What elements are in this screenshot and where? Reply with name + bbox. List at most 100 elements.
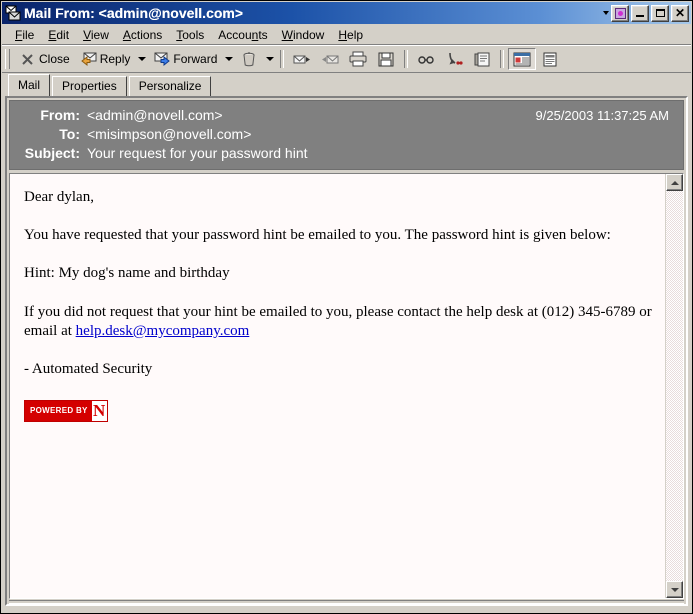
tab-personalize[interactable]: Personalize (128, 76, 212, 96)
menu-window-label: indow (292, 27, 325, 42)
maximize-button[interactable] (651, 4, 669, 22)
titlebar-dropdown-arrow[interactable] (601, 4, 611, 22)
read-later-button[interactable] (412, 48, 440, 70)
powered-by-novell-badge: POWERED BY N (24, 400, 108, 423)
menu-edit-label: dit (56, 27, 70, 42)
menu-file[interactable]: File (8, 27, 41, 43)
notes-button[interactable] (468, 48, 496, 70)
toolbar-separator-1 (280, 50, 285, 68)
close-x-icon (19, 51, 37, 68)
status-bar (5, 608, 688, 613)
close-label: Close (39, 52, 70, 66)
tab-properties[interactable]: Properties (52, 76, 127, 96)
reply-icon (80, 51, 98, 68)
previous-mail-icon (321, 51, 339, 68)
menu-tools[interactable]: Tools (169, 27, 211, 43)
reply-label: Reply (99, 52, 131, 66)
trash-icon (240, 51, 258, 68)
delete-button[interactable] (235, 48, 263, 70)
body-signature: - Automated Security (24, 360, 153, 377)
reply-dropdown-arrow[interactable] (135, 48, 148, 70)
title-bar[interactable]: Mail From: <admin@novell.com> ✕ (2, 2, 691, 24)
body-greeting: Dear dylan, (24, 189, 94, 205)
print-icon (349, 51, 367, 68)
view-message-button[interactable] (508, 48, 537, 70)
close-button[interactable]: ✕ (671, 4, 689, 22)
next-mail-icon (293, 51, 311, 68)
previous-mail-button[interactable] (316, 48, 344, 70)
minimize-button[interactable] (631, 4, 649, 22)
save-icon (377, 51, 395, 68)
from-label: From: (40, 107, 80, 123)
delete-dropdown-arrow[interactable] (263, 48, 276, 70)
to-label: To: (59, 126, 80, 142)
toolbar-grip[interactable] (5, 49, 10, 69)
reply-button[interactable]: Reply (75, 48, 136, 70)
tab-properties-label: Properties (62, 79, 117, 93)
scroll-down-arrow (670, 587, 679, 592)
close-button-toolbar[interactable]: Close (14, 48, 75, 70)
body-paragraph-1: You have requested that your password hi… (24, 227, 611, 244)
header-row-from: From: <admin@novell.com> 9/25/2003 11:37… (18, 106, 675, 125)
scroll-down-button[interactable] (666, 581, 683, 598)
forward-label: Forward (173, 52, 218, 66)
menu-tools-label: ools (182, 27, 205, 42)
help-desk-email-link[interactable]: help.desk@mycompany.com (76, 323, 250, 339)
subject-label: Subject: (24, 145, 80, 161)
scroll-up-button[interactable] (666, 174, 683, 191)
novell-n-letter: N (91, 401, 107, 422)
menu-accounts-label: ts (258, 27, 268, 42)
close-icon: ✕ (674, 6, 686, 20)
tab-strip: Mail Properties Personalize (2, 74, 691, 96)
toolbar: Close Reply Forward (2, 45, 691, 73)
move-arrow-icon (445, 51, 463, 68)
to-value: <misimpson@novell.com> (87, 126, 252, 142)
message-content-frame: From: <admin@novell.com> 9/25/2003 11:37… (5, 96, 688, 606)
view-properties-button[interactable] (536, 48, 564, 70)
glasses-icon (417, 51, 435, 68)
print-button[interactable] (344, 48, 372, 70)
window-title: Mail From: <admin@novell.com> (24, 5, 244, 21)
body-vertical-scrollbar[interactable] (665, 174, 683, 598)
menu-view-label: iew (90, 27, 109, 42)
subject-value: Your request for your password hint (87, 145, 308, 161)
menu-edit[interactable]: Edit (41, 27, 76, 43)
menu-accounts[interactable]: Accounts (211, 27, 274, 43)
powered-by-label: POWERED BY (25, 401, 92, 422)
window-controls: ✕ (601, 4, 689, 22)
header-row-to: To: <misimpson@novell.com> (18, 125, 675, 144)
toolbar-separator-3 (500, 50, 505, 68)
view-properties-icon (541, 51, 559, 68)
header-row-subject: Subject: Your request for your password … (18, 144, 675, 163)
body-paragraph-2: If you did not request that your hint be… (24, 303, 655, 341)
menu-help-label: elp (347, 27, 364, 42)
menu-file-label: ile (22, 27, 35, 42)
tab-mail-label: Mail (18, 78, 41, 92)
scroll-up-arrow (670, 180, 679, 185)
next-mail-button[interactable] (288, 48, 316, 70)
menu-help[interactable]: Help (331, 27, 370, 43)
forward-icon (153, 51, 171, 68)
message-datetime: 9/25/2003 11:37:25 AM (535, 108, 669, 123)
body-hint-line: Hint: My dog's name and birthday (24, 265, 230, 282)
mail-message-window: Mail From: <admin@novell.com> ✕ File Edi… (0, 0, 693, 614)
menu-view[interactable]: View (76, 27, 116, 43)
mail-icon (5, 5, 21, 21)
view-message-icon (513, 51, 531, 68)
tab-personalize-label: Personalize (138, 79, 202, 93)
save-button[interactable] (372, 48, 400, 70)
tab-mail[interactable]: Mail (8, 74, 51, 96)
toolbar-separator-2 (404, 50, 409, 68)
move-button[interactable] (440, 48, 468, 70)
message-header-panel: From: <admin@novell.com> 9/25/2003 11:37… (9, 100, 684, 170)
menu-window[interactable]: Window (275, 27, 332, 43)
forward-dropdown-arrow[interactable] (222, 48, 235, 70)
novell-status-icon[interactable] (611, 4, 629, 22)
forward-button[interactable]: Forward (148, 48, 222, 70)
content-separator (9, 600, 684, 604)
from-value: <admin@novell.com> (87, 107, 223, 123)
menu-actions[interactable]: Actions (116, 27, 169, 43)
notes-icon (473, 51, 491, 68)
menu-actions-label: ctions (130, 27, 163, 42)
message-body-area: Dear dylan, You have requested that your… (9, 173, 684, 599)
